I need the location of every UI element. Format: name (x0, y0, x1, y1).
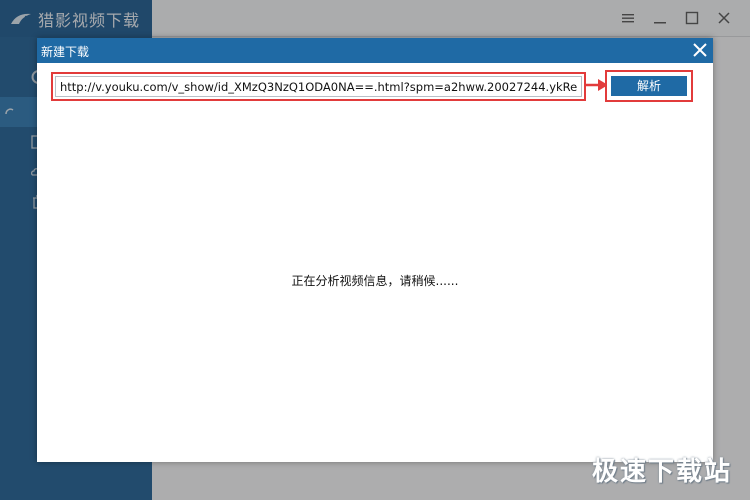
url-input[interactable] (55, 76, 582, 97)
new-download-dialog: 新建下载 解析 正在分析视频信息，请稍候...... (37, 38, 713, 462)
parse-button[interactable]: 解析 (611, 76, 687, 96)
watermark: 极速下载站 (591, 457, 732, 487)
parse-button-highlight: 解析 (605, 70, 693, 102)
close-icon (693, 43, 707, 57)
dialog-close-button[interactable] (691, 41, 709, 59)
dialog-title: 新建下载 (41, 45, 90, 59)
status-message: 正在分析视频信息，请稍候...... (291, 274, 459, 288)
dialog-header: 新建下载 (37, 38, 713, 63)
url-field-highlight (51, 72, 586, 101)
